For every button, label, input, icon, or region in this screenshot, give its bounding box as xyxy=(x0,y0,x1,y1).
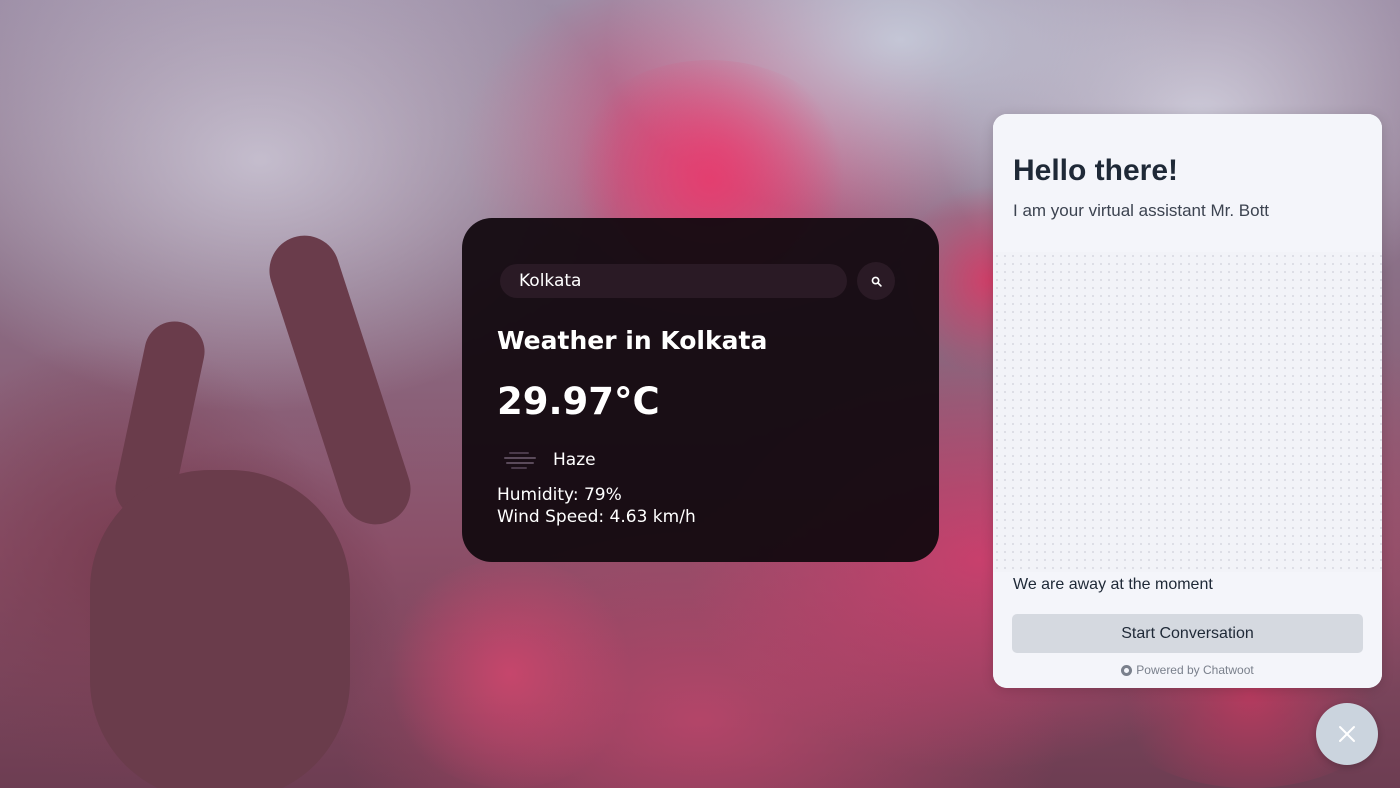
away-status-text: We are away at the moment xyxy=(1013,576,1213,593)
chat-launcher-close-button[interactable] xyxy=(1316,703,1378,765)
powered-by-text: Powered by Chatwoot xyxy=(1136,663,1254,677)
condition-row: Haze xyxy=(502,448,596,472)
temperature-value: 29.97°C xyxy=(497,380,660,423)
search-bar xyxy=(500,262,895,300)
chat-footer: We are away at the moment Start Conversa… xyxy=(993,572,1382,688)
haze-icon xyxy=(504,452,536,469)
chat-body xyxy=(993,252,1382,572)
chat-intro: I am your virtual assistant Mr. Bott xyxy=(1013,201,1270,220)
weather-card: Weather in Kolkata 29.97°C Haze Humidity… xyxy=(462,218,939,562)
search-icon xyxy=(871,276,882,287)
chatwoot-logo-icon xyxy=(1121,664,1133,676)
wind-speed-text: Wind Speed: 4.63 km/h xyxy=(497,507,696,527)
weather-title: Weather in Kolkata xyxy=(497,326,768,355)
powered-by-link[interactable]: Powered by Chatwoot xyxy=(993,663,1382,677)
search-button[interactable] xyxy=(857,262,895,300)
close-icon xyxy=(1339,726,1355,742)
chat-greeting: Hello there! xyxy=(1013,154,1179,187)
condition-label: Haze xyxy=(553,450,596,470)
chat-header: Hello there! I am your virtual assistant… xyxy=(993,114,1382,252)
search-input[interactable] xyxy=(500,264,847,298)
humidity-text: Humidity: 79% xyxy=(497,485,622,505)
chat-widget: Hello there! I am your virtual assistant… xyxy=(993,114,1382,688)
start-conversation-button[interactable]: Start Conversation xyxy=(1012,614,1363,653)
